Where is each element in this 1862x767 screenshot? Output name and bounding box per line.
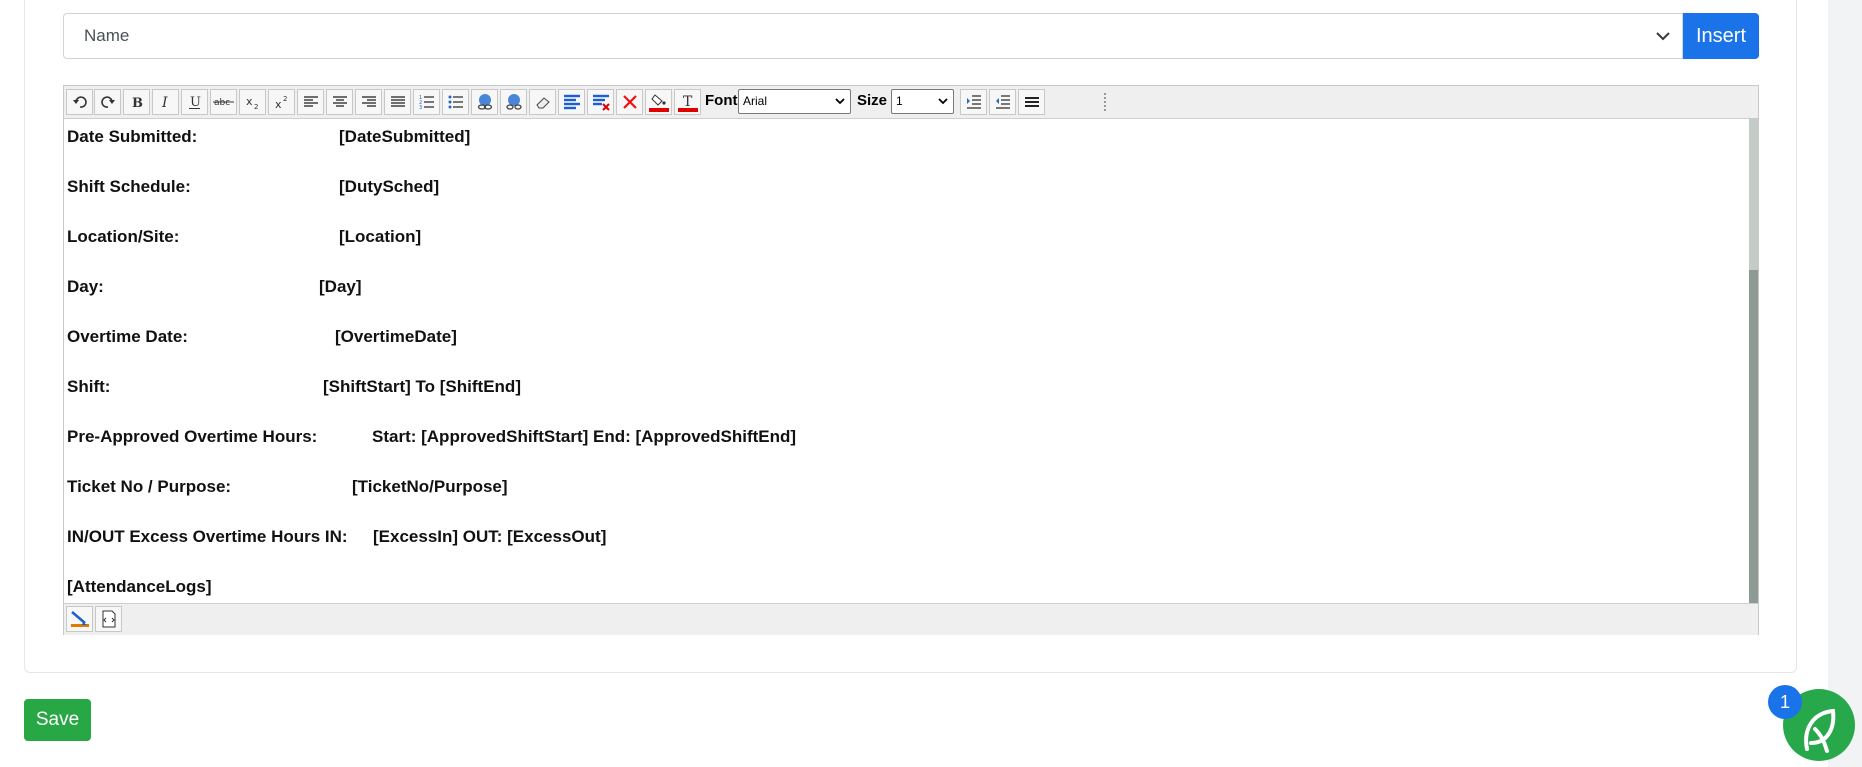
undo-icon[interactable] [66,89,93,115]
svg-text:B: B [132,96,143,110]
ordered-list-icon[interactable]: 123 [413,89,440,115]
field-insert-row: Name Insert [63,13,1759,59]
size-select-value: 1 [896,94,903,108]
line-label: Day: [67,277,104,296]
design-mode-icon[interactable] [66,606,93,632]
line-label: Location/Site: [67,227,180,246]
paragraph-style-icon[interactable] [558,89,585,115]
svg-text:abc: abc [214,98,230,108]
horizontal-rule-icon[interactable] [1018,89,1045,115]
eraser-icon[interactable] [529,89,556,115]
content-line: [AttendanceLogs] [67,577,212,597]
content-line: Pre-Approved Overtime Hours: Start: [Appr… [67,427,796,447]
align-left-icon[interactable] [297,89,324,115]
link-icon[interactable] [471,89,498,115]
line-value: Start: [ApprovedShiftStart] End: [Approv… [372,427,797,446]
line-label: Date Submitted: [67,127,198,146]
line-label: Ticket No / Purpose: [67,477,232,496]
font-label: Font [705,92,738,109]
line-label: Pre-Approved Overtime Hours: [67,427,318,446]
delete-icon[interactable] [616,89,643,115]
line-label: Shift Schedule: [67,177,191,196]
chevron-down-icon [835,98,845,105]
font-select[interactable]: Arial [738,89,851,114]
size-label: Size [857,92,888,109]
line-value: [ExcessIn] OUT: [ExcessOut] [373,527,607,546]
content-line: Location/Site: [Location] [67,227,421,247]
notification-badge: 1 [1768,685,1802,719]
editor-content[interactable]: Date Submitted: [DateSubmitted] Shift Sch… [64,118,1750,603]
underline-icon[interactable]: U [181,89,208,115]
content-line: Ticket No / Purpose: [TicketNo/Purpose] [67,477,508,497]
svg-text:3: 3 [419,105,422,110]
html-source-icon[interactable] [95,606,122,632]
line-value: [DutySched] [339,177,440,196]
insert-button[interactable]: Insert [1683,13,1759,59]
line-value: [DateSubmitted] [339,127,471,146]
svg-text:x: x [275,98,282,110]
toolbar-grip [1104,93,1106,113]
line-value: [ShiftStart] To [ShiftEnd] [323,377,521,396]
content-line: IN/OUT Excess Overtime Hours IN: [ExcessI… [67,527,606,547]
editor-bottom-bar [64,603,1758,635]
redo-icon[interactable] [94,89,121,115]
editor-toolbar: B I U abc x2 x2 123 T Font Arial Size 1 [64,86,1758,119]
svg-text:T: T [683,94,693,110]
outdent-icon[interactable] [989,89,1016,115]
strikethrough-icon[interactable]: abc [210,89,237,115]
text-color-icon[interactable]: T [674,89,701,115]
svg-text:2: 2 [254,103,258,110]
font-select-value: Arial [743,94,768,108]
subscript-icon[interactable]: x2 [239,89,266,115]
content-line: Day: [Day] [67,277,362,297]
line-label: Shift: [67,377,111,396]
content-line: Overtime Date: [OvertimeDate] [67,327,457,347]
indent-icon[interactable] [960,89,987,115]
chevron-down-icon [1656,32,1670,41]
chevron-down-icon [938,98,948,105]
field-select-value: Name [84,26,130,45]
line-label: [AttendanceLogs] [67,577,212,596]
line-value: [Location] [339,227,422,246]
remove-format-icon[interactable] [587,89,614,115]
content-line: Shift: [ShiftStart] To [ShiftEnd] [67,377,521,397]
save-button[interactable]: Save [24,699,91,741]
line-label: IN/OUT Excess Overtime Hours IN: [67,527,348,546]
svg-text:U: U [190,95,201,110]
line-label: Overtime Date: [67,327,188,346]
field-select[interactable]: Name [63,13,1683,59]
editor-scrollbar[interactable] [1749,118,1758,603]
svg-text:2: 2 [283,95,287,103]
italic-icon[interactable]: I [152,89,179,115]
line-value: [TicketNo/Purpose] [352,477,508,496]
unlink-icon[interactable] [500,89,527,115]
svg-text:x: x [246,95,253,108]
bold-icon[interactable]: B [123,89,150,115]
line-value: [OvertimeDate] [335,327,457,346]
highlight-color-icon[interactable] [645,89,672,115]
line-value: [Day] [319,277,362,296]
superscript-icon[interactable]: x2 [268,89,295,115]
size-select[interactable]: 1 [891,89,954,114]
unordered-list-icon[interactable] [442,89,469,115]
content-line: Shift Schedule: [DutySched] [67,177,439,197]
content-line: Date Submitted: [DateSubmitted] [67,127,470,147]
rich-text-editor: B I U abc x2 x2 123 T Font Arial Size 1 [63,85,1759,635]
page-scroll-gutter [1828,0,1862,767]
align-right-icon[interactable] [355,89,382,115]
svg-text:I: I [161,95,168,110]
align-center-icon[interactable] [326,89,353,115]
editor-scroll-thumb[interactable] [1749,270,1758,603]
align-justify-icon[interactable] [384,89,411,115]
